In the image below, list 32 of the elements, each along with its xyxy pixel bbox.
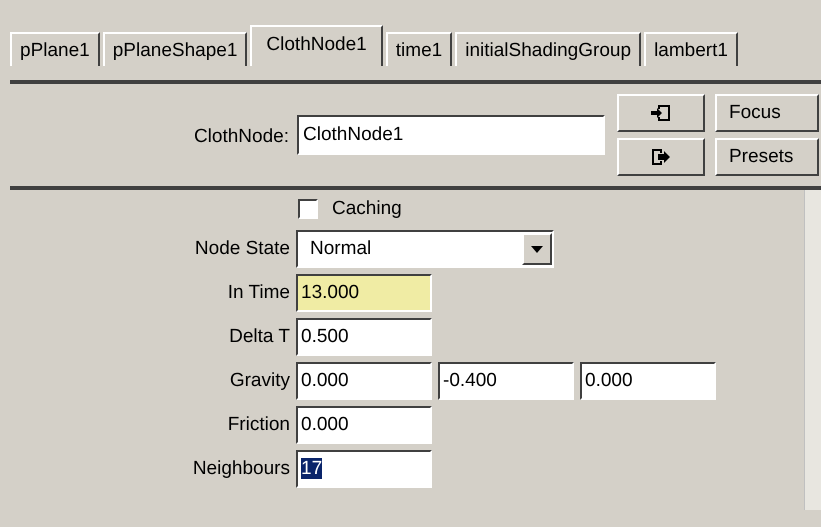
header-button[interactable]: Focus — [715, 94, 819, 132]
attribute-label: Gravity — [228, 370, 290, 392]
tab[interactable]: time1 — [386, 32, 452, 66]
attribute-label: Delta T — [228, 326, 290, 348]
attribute-label: Friction — [226, 414, 290, 436]
arrow-into-box-icon — [650, 103, 672, 123]
attribute-label: Neighbours — [192, 458, 290, 480]
scrollbar[interactable] — [804, 190, 821, 510]
attribute-label: Node State — [194, 238, 290, 260]
number-field[interactable]: -0.400 — [438, 362, 574, 400]
checkbox[interactable] — [298, 199, 318, 219]
select-input-button[interactable] — [617, 94, 705, 132]
number-field[interactable]: 0.000 — [580, 362, 716, 400]
header-button[interactable]: Presets — [715, 138, 819, 176]
dropdown[interactable]: Normal — [296, 230, 554, 268]
tab[interactable]: pPlaneShape1 — [102, 32, 248, 66]
number-field[interactable]: 13.000 — [296, 274, 432, 312]
tab[interactable]: pPlane1 — [10, 32, 100, 66]
dropdown-arrow-icon — [531, 246, 543, 252]
number-field[interactable]: 0.500 — [296, 318, 432, 356]
number-field[interactable]: 0.000 — [296, 362, 432, 400]
checkbox-label: Caching — [332, 198, 402, 220]
field-label: ClothNode: — [192, 126, 290, 148]
select-output-button[interactable] — [617, 138, 705, 176]
number-field[interactable]: 17 — [296, 450, 432, 488]
name-field[interactable]: ClothNode1 — [297, 115, 605, 155]
tab[interactable]: ClothNode1 — [250, 25, 383, 66]
number-field[interactable]: 0.000 — [296, 406, 432, 444]
tab[interactable]: initialShadingGroup — [455, 32, 642, 66]
attribute-label: In Time — [226, 282, 290, 304]
tab[interactable]: lambert1 — [644, 32, 738, 66]
arrow-out-of-box-icon — [650, 147, 672, 167]
